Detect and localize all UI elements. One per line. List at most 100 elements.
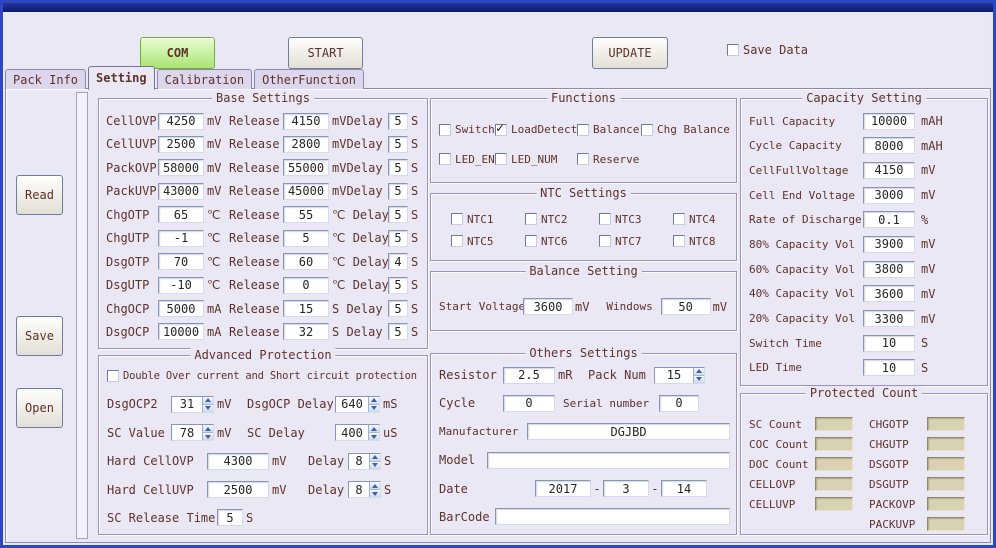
checkbox-item[interactable]: Balance: [577, 123, 641, 136]
param-value-field[interactable]: -10: [158, 277, 204, 294]
checkbox-item[interactable]: NTC1: [451, 213, 525, 226]
capacity-value-field[interactable]: 3800: [863, 261, 915, 278]
checkbox[interactable]: [673, 235, 685, 247]
release-value-field[interactable]: 55000: [283, 159, 329, 176]
checkbox[interactable]: [525, 213, 537, 225]
checkbox[interactable]: [439, 124, 451, 136]
param-value-field[interactable]: 5000: [158, 300, 204, 317]
checkbox-item[interactable]: NTC2: [525, 213, 599, 226]
save-data-checkbox-item[interactable]: Save Data: [727, 43, 808, 57]
param-value-field[interactable]: 65: [158, 206, 204, 223]
barcode-field[interactable]: [495, 508, 730, 525]
double-protection-checkbox[interactable]: [107, 370, 119, 382]
checkbox[interactable]: [525, 235, 537, 247]
hard-ovp-delay-value[interactable]: 8: [349, 454, 369, 469]
pack-num-value[interactable]: 15: [655, 368, 693, 383]
hard-uvp-delay-spinner[interactable]: 8: [348, 481, 381, 498]
open-button[interactable]: Open: [16, 388, 63, 428]
spin-down-icon[interactable]: [369, 432, 379, 440]
param-value-field[interactable]: -1: [158, 230, 204, 247]
checkbox-item[interactable]: NTC5: [451, 235, 525, 248]
spin-down-icon[interactable]: [370, 461, 380, 469]
spin-down-icon[interactable]: [203, 404, 213, 412]
dsgocp-delay-spinner[interactable]: 640: [335, 396, 380, 413]
cycle-field[interactable]: 0: [503, 395, 555, 412]
sc-release-field[interactable]: 5: [217, 509, 243, 526]
checkbox[interactable]: [495, 153, 507, 165]
capacity-value-field[interactable]: 0.1: [863, 211, 915, 228]
dsgocp2-spinner[interactable]: 31: [171, 396, 214, 413]
checkbox[interactable]: [599, 213, 611, 225]
spin-down-icon[interactable]: [369, 404, 379, 412]
checkbox-item[interactable]: NTC6: [525, 235, 599, 248]
checkbox-item[interactable]: Chg Balance: [641, 123, 732, 136]
release-value-field[interactable]: 2800: [283, 136, 329, 153]
delay-value-field[interactable]: 5: [388, 277, 408, 294]
checkbox-item[interactable]: LED_NUM: [495, 153, 577, 166]
tab-otherfunction[interactable]: OtherFunction: [254, 69, 364, 89]
param-value-field[interactable]: 4250: [158, 113, 204, 130]
spin-up-icon[interactable]: [694, 368, 704, 375]
checkbox-item[interactable]: NTC4: [673, 213, 732, 226]
date-day-field[interactable]: 14: [661, 480, 707, 497]
release-value-field[interactable]: 0: [283, 277, 329, 294]
dsgocp2-value[interactable]: 31: [172, 397, 202, 412]
delay-value-field[interactable]: 5: [388, 113, 408, 130]
release-value-field[interactable]: 4150: [283, 113, 329, 130]
release-value-field[interactable]: 45000: [283, 183, 329, 200]
param-value-field[interactable]: 10000: [158, 323, 204, 340]
spin-up-icon[interactable]: [203, 397, 213, 404]
hard-uvp-delay-value[interactable]: 8: [349, 482, 369, 497]
release-value-field[interactable]: 15: [283, 300, 329, 317]
capacity-value-field[interactable]: 3000: [863, 187, 915, 204]
param-value-field[interactable]: 43000: [158, 183, 204, 200]
save-data-checkbox[interactable]: [727, 44, 739, 56]
tab-setting[interactable]: Setting: [88, 66, 155, 90]
title-bar[interactable]: [3, 3, 993, 12]
start-voltage-field[interactable]: 3600: [523, 298, 573, 315]
capacity-value-field[interactable]: 4150: [863, 162, 915, 179]
spin-up-icon[interactable]: [370, 454, 380, 461]
capacity-value-field[interactable]: 3300: [863, 310, 915, 327]
hard-ovp-delay-spinner[interactable]: 8: [348, 453, 381, 470]
checkbox-item[interactable]: LoadDetect: [495, 123, 577, 136]
capacity-value-field[interactable]: 10: [863, 359, 915, 376]
model-field[interactable]: [487, 452, 730, 469]
double-protection-row[interactable]: Double Over current and Short circuit pr…: [107, 367, 423, 385]
serial-number-field[interactable]: 0: [659, 395, 699, 412]
date-month-field[interactable]: 3: [603, 480, 649, 497]
delay-value-field[interactable]: 5: [388, 159, 408, 176]
release-value-field[interactable]: 60: [283, 253, 329, 270]
capacity-value-field[interactable]: 8000: [863, 137, 915, 154]
spin-up-icon[interactable]: [369, 397, 379, 404]
spin-up-icon[interactable]: [370, 482, 380, 489]
delay-value-field[interactable]: 5: [388, 136, 408, 153]
pack-num-spinner[interactable]: 15: [654, 367, 705, 384]
delay-value-field[interactable]: 5: [388, 230, 408, 247]
dsgocp-delay-value[interactable]: 640: [336, 397, 368, 412]
update-button[interactable]: UPDATE: [592, 37, 668, 69]
spin-up-icon[interactable]: [203, 425, 213, 432]
checkbox[interactable]: [577, 124, 589, 136]
delay-value-field[interactable]: 5: [388, 323, 408, 340]
sc-delay-spinner[interactable]: 400: [335, 424, 380, 441]
param-value-field[interactable]: 70: [158, 253, 204, 270]
read-button[interactable]: Read: [16, 175, 63, 215]
manufacturer-field[interactable]: DGJBD: [527, 423, 730, 440]
checkbox-item[interactable]: Reserve: [577, 153, 641, 166]
resistor-field[interactable]: 2.5: [503, 367, 555, 384]
checkbox-item[interactable]: NTC7: [599, 235, 673, 248]
delay-value-field[interactable]: 5: [388, 206, 408, 223]
sc-delay-value[interactable]: 400: [336, 425, 368, 440]
checkbox-item[interactable]: Switch: [439, 123, 495, 136]
spin-down-icon[interactable]: [203, 432, 213, 440]
release-value-field[interactable]: 55: [283, 206, 329, 223]
delay-value-field[interactable]: 5: [388, 300, 408, 317]
splitter[interactable]: [76, 92, 88, 539]
checkbox[interactable]: [495, 124, 507, 136]
release-value-field[interactable]: 32: [283, 323, 329, 340]
checkbox-item[interactable]: LED_EN: [439, 153, 495, 166]
capacity-value-field[interactable]: 10000: [863, 113, 915, 130]
tab-calibration[interactable]: Calibration: [157, 69, 252, 89]
checkbox[interactable]: [451, 235, 463, 247]
